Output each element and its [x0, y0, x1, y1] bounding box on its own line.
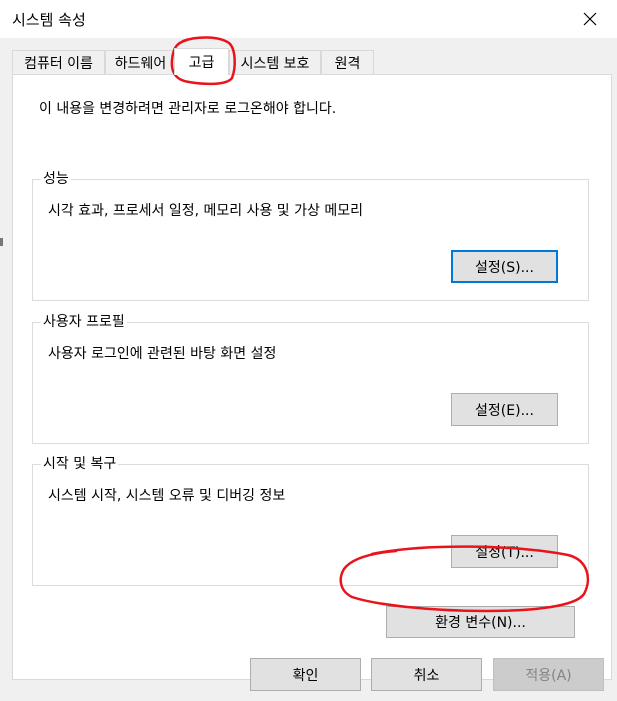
- performance-settings-button[interactable]: 설정(S)...: [451, 250, 558, 283]
- admin-notice: 이 내용을 변경하려면 관리자로 로그온해야 합니다.: [39, 101, 337, 117]
- tab-remote[interactable]: 원격: [321, 50, 374, 74]
- performance-description: 시각 효과, 프로세서 일정, 메모리 사용 및 가상 메모리: [48, 203, 363, 219]
- tab-computer-name[interactable]: 컴퓨터 이름: [12, 50, 105, 74]
- tab-hardware[interactable]: 하드웨어: [105, 50, 176, 74]
- cancel-button[interactable]: 취소: [371, 658, 482, 691]
- user-profiles-label: 사용자 프로필: [41, 313, 127, 331]
- tab-label: 원격: [334, 55, 361, 72]
- startup-recovery-settings-button[interactable]: 설정(T)...: [451, 535, 558, 568]
- startup-recovery-label: 시작 및 복구: [41, 455, 119, 473]
- tab-label: 고급: [188, 55, 215, 71]
- user-profiles-settings-button[interactable]: 설정(E)...: [451, 393, 558, 426]
- advanced-tab-panel: 이 내용을 변경하려면 관리자로 로그온해야 합니다. 성능 시각 효과, 프로…: [12, 74, 612, 680]
- close-icon: [583, 12, 597, 26]
- close-button[interactable]: [577, 6, 603, 32]
- environment-variables-button[interactable]: 환경 변수(N)...: [386, 606, 575, 638]
- tab-system-protection[interactable]: 시스템 보호: [229, 50, 321, 74]
- performance-group: 성능 시각 효과, 프로세서 일정, 메모리 사용 및 가상 메모리 설정(S)…: [32, 170, 589, 301]
- user-profiles-description: 사용자 로그인에 관련된 바탕 화면 설정: [48, 346, 277, 362]
- startup-recovery-description: 시스템 시작, 시스템 오류 및 디버깅 정보: [48, 488, 286, 504]
- tab-label: 컴퓨터 이름: [24, 55, 93, 72]
- tab-advanced[interactable]: 고급: [174, 48, 229, 75]
- startup-recovery-group: 시작 및 복구 시스템 시작, 시스템 오류 및 디버깅 정보 설정(T)...: [32, 455, 589, 586]
- apply-button[interactable]: 적용(A): [493, 658, 604, 691]
- window-title: 시스템 속성: [12, 11, 86, 29]
- ok-button[interactable]: 확인: [250, 658, 361, 691]
- tab-label: 시스템 보호: [240, 55, 310, 72]
- performance-label: 성능: [41, 170, 71, 188]
- tab-label: 하드웨어: [114, 55, 167, 72]
- user-profiles-group: 사용자 프로필 사용자 로그인에 관련된 바탕 화면 설정 설정(E)...: [32, 313, 589, 444]
- edge-artifact: [0, 238, 3, 246]
- dialog-body: 컴퓨터 이름 하드웨어 고급 시스템 보호 원격 이 내용을 변경하려면 관리자…: [0, 38, 617, 701]
- title-bar: 시스템 속성: [0, 0, 617, 38]
